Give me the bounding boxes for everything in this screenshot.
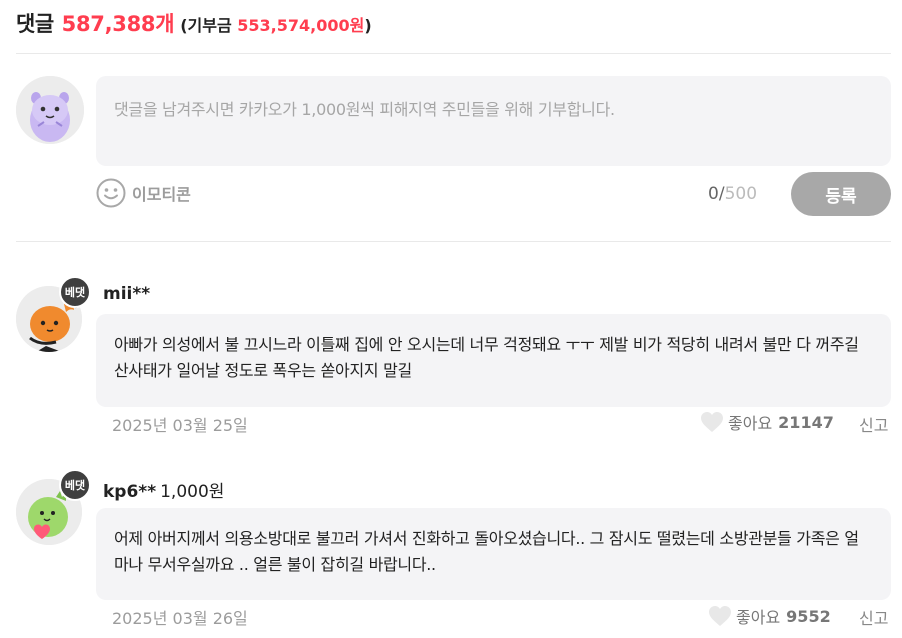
comment-count: 587,388개: [61, 12, 175, 36]
my-avatar: [16, 76, 84, 144]
author-name: kp6**: [103, 482, 157, 502]
like-button[interactable]: 좋아요 21147: [700, 410, 834, 434]
author-name: mii**: [103, 284, 151, 304]
donation-suffix: ): [364, 16, 372, 35]
comment-text: 아빠가 의성에서 불 끄시느라 이틀째 집에 안 오시는데 너무 걱정돼요 ㅜㅜ…: [96, 314, 891, 407]
submit-button[interactable]: 등록: [791, 172, 891, 216]
donation-prefix: (기부금: [180, 16, 238, 35]
comment-avatar-wrap: 베댓: [16, 276, 91, 352]
char-count: 0: [708, 184, 719, 204]
comment-author[interactable]: mii**: [103, 284, 154, 304]
donation-total: (기부금 553,574,000원): [180, 12, 371, 36]
like-count: 21147: [778, 412, 834, 432]
comment-avatar-wrap: 베댓: [16, 469, 91, 545]
char-max: 500: [724, 184, 758, 204]
like-label: 좋아요: [736, 608, 781, 627]
char-counter: 0/500: [708, 184, 757, 204]
donation-amount: 553,574,000원: [237, 16, 365, 35]
composer-divider: [16, 241, 891, 242]
heart-icon: [701, 412, 723, 432]
emoticon-label: 이모티콘: [132, 185, 191, 204]
author-donation: 1,000원: [160, 482, 225, 502]
report-button[interactable]: 신고: [859, 605, 888, 629]
best-comment-badge: 베댓: [59, 276, 91, 308]
comment-date: 2025년 03월 26일: [112, 609, 248, 628]
comment-header: 댓글 587,388개 (기부금 553,574,000원): [16, 8, 372, 40]
report-button[interactable]: 신고: [859, 412, 888, 436]
like-label: 좋아요: [728, 414, 773, 433]
like-button[interactable]: 좋아요 9552: [708, 604, 831, 628]
comment-author[interactable]: kp6** 1,000원: [103, 477, 224, 502]
comment-header-label: 댓글: [16, 12, 54, 36]
smiley-face-icon: [96, 178, 126, 208]
comment-date: 2025년 03월 25일: [112, 416, 248, 435]
header-divider: [16, 53, 891, 54]
purple-character-avatar-icon: [16, 76, 84, 144]
comment-text: 어제 아버지께서 의용소방대로 불끄러 가셔서 진화하고 돌아오셨습니다.. 그…: [96, 508, 891, 600]
like-count: 9552: [786, 606, 831, 626]
best-comment-badge: 베댓: [59, 469, 91, 501]
heart-icon: [709, 606, 731, 626]
emoticon-button[interactable]: 이모티콘: [95, 176, 191, 210]
comment-input[interactable]: 댓글을 남겨주시면 카카오가 1,000원씩 피해지역 주민들을 위해 기부합니…: [96, 76, 891, 166]
